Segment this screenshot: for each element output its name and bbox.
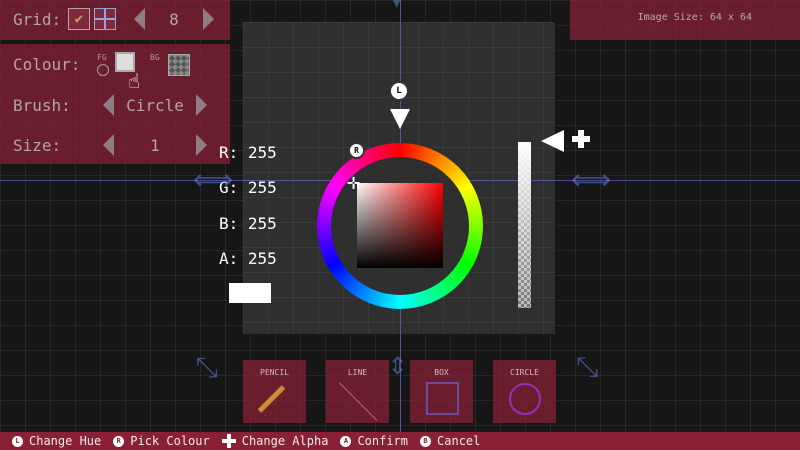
a-button-icon: A bbox=[340, 435, 352, 447]
change-hue-text: Change Hue bbox=[29, 434, 102, 448]
line-icon bbox=[338, 382, 378, 421]
fg-badge-icon bbox=[97, 64, 109, 76]
image-size-panel: Image Size: 64 x 64 bbox=[570, 0, 800, 40]
grid-panel: Grid: ✔ 8 bbox=[0, 0, 230, 40]
size-decrease-arrow[interactable] bbox=[103, 134, 114, 156]
tool-line-label: LINE bbox=[347, 368, 368, 377]
hint-change-alpha: Change Alpha bbox=[221, 434, 329, 448]
hue-indicator-arrow-icon bbox=[390, 109, 410, 129]
pick-colour-text: Pick Colour bbox=[130, 434, 210, 448]
grid-lines-icon[interactable] bbox=[94, 8, 116, 30]
brush-row: Brush: Circle bbox=[13, 94, 207, 116]
circle-icon bbox=[509, 383, 541, 415]
change-alpha-text: Change Alpha bbox=[241, 434, 329, 448]
alpha-value: A: 255 bbox=[219, 249, 277, 268]
resize-bottom-right-icon: ⤡ bbox=[576, 350, 599, 383]
pencil-icon bbox=[257, 385, 286, 413]
brush-label: Brush: bbox=[13, 95, 71, 115]
cancel-text: Cancel bbox=[437, 434, 481, 448]
grid-enable-checkbox[interactable]: ✔ bbox=[68, 8, 90, 30]
resize-bottom-left-icon: ⤢ bbox=[191, 355, 225, 379]
grid-value: 8 bbox=[169, 9, 179, 29]
r-button-icon: R bbox=[113, 435, 125, 447]
hint-confirm: A Confirm bbox=[340, 434, 408, 448]
tool-circle-label: CIRCLE bbox=[510, 368, 539, 377]
dpad-icon bbox=[572, 130, 590, 148]
pan-vertical-arrow-icon: ⇕ bbox=[388, 344, 408, 382]
l-button-icon: L bbox=[12, 435, 23, 447]
brush-prev-arrow[interactable] bbox=[103, 94, 114, 116]
grid-increase-arrow[interactable] bbox=[203, 8, 214, 30]
checkmark-icon: ✔ bbox=[74, 11, 84, 27]
size-row: Size: 1 bbox=[13, 134, 207, 156]
pointer-hand-icon: ☝ bbox=[128, 69, 141, 93]
r-button-badge: R bbox=[348, 142, 365, 159]
colour-label: Colour: bbox=[13, 55, 81, 74]
grid-label: Grid: bbox=[13, 9, 62, 29]
brush-next-arrow[interactable] bbox=[196, 94, 207, 116]
brush-value: Circle bbox=[126, 95, 184, 115]
hint-change-hue: L Change Hue bbox=[12, 434, 101, 448]
b-button-icon: B bbox=[420, 435, 432, 447]
size-increase-arrow[interactable] bbox=[196, 134, 207, 156]
pan-up-arrow-icon: ▾ bbox=[390, 0, 404, 15]
colour-preview bbox=[229, 283, 271, 303]
alpha-indicator-arrow-icon bbox=[541, 130, 564, 152]
hint-cancel: B Cancel bbox=[420, 434, 480, 448]
tool-box-button[interactable]: BOX bbox=[410, 360, 473, 423]
bg-label: BG bbox=[150, 53, 160, 62]
tool-circle-button[interactable]: CIRCLE bbox=[493, 360, 556, 423]
image-size-text: Image Size: 64 x 64 bbox=[637, 12, 752, 23]
pan-right-arrow-icon: ⟺ bbox=[571, 163, 612, 196]
background-colour-swatch[interactable] bbox=[168, 54, 190, 76]
tool-box-label: BOX bbox=[434, 368, 449, 377]
grid-row: Grid: ✔ 8 bbox=[13, 8, 214, 30]
grid-decrease-arrow[interactable] bbox=[134, 8, 145, 30]
l-button-badge: L bbox=[389, 81, 409, 101]
tool-pencil-label: PENCIL bbox=[260, 368, 289, 377]
size-value: 1 bbox=[150, 135, 160, 155]
controls-footer: L Change Hue R Pick Colour Change Alpha … bbox=[0, 432, 800, 450]
hint-pick-colour: R Pick Colour bbox=[113, 434, 210, 448]
dpad-icon bbox=[221, 434, 236, 448]
size-label: Size: bbox=[13, 135, 62, 155]
picker-cursor-icon: ✛ bbox=[347, 170, 361, 195]
box-icon bbox=[426, 382, 459, 415]
tool-pencil-button[interactable]: PENCIL bbox=[243, 360, 306, 423]
blue-value: B: 255 bbox=[219, 214, 277, 233]
pan-left-arrow-icon: ⟺ bbox=[193, 163, 234, 196]
tool-line-button[interactable]: LINE bbox=[326, 360, 389, 423]
red-value: R: 255 bbox=[219, 143, 277, 162]
colour-row: Colour: bbox=[13, 55, 103, 74]
alpha-slider[interactable] bbox=[518, 142, 531, 308]
fg-label: FG bbox=[97, 53, 107, 62]
saturation-value-square[interactable] bbox=[357, 183, 443, 268]
confirm-text: Confirm bbox=[357, 434, 409, 448]
